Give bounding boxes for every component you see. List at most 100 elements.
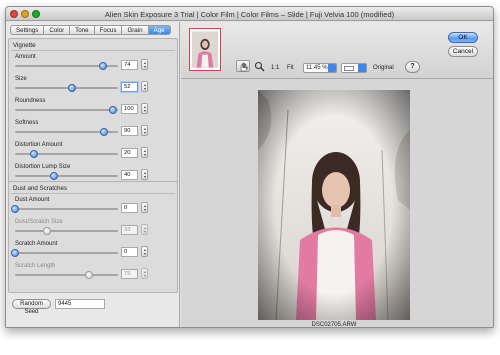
tab-focus[interactable]: Focus — [94, 25, 123, 35]
distortion-amount-stepper[interactable] — [141, 147, 148, 158]
split-view-icon — [344, 66, 354, 71]
distortion-lump-size-stepper[interactable] — [141, 169, 148, 180]
dust-amount-value-field[interactable]: 0 — [121, 203, 138, 213]
vignette-title: Vignette — [13, 42, 36, 49]
dust-scratch-size-label: Dust/Scratch Size — [15, 219, 63, 225]
dust-amount-slider-knob[interactable] — [11, 205, 19, 213]
amount-slider-knob[interactable] — [98, 62, 107, 70]
hand-icon — [240, 62, 249, 72]
original-toggle[interactable]: Original — [373, 65, 394, 71]
size-control: Size 52 — [15, 76, 173, 96]
chevron-down-icon — [358, 64, 366, 72]
divider — [11, 193, 175, 194]
app-window: Alien Skin Exposure 3 Trial | Color Film… — [5, 6, 494, 328]
random-seed-button[interactable]: Random Seed — [12, 299, 51, 315]
softness-stepper[interactable] — [141, 125, 148, 136]
zoom-tool-button[interactable] — [254, 61, 265, 72]
magnifier-icon — [254, 61, 265, 72]
image-filename: DSC02705.ARW — [311, 322, 357, 328]
window-title: Alien Skin Exposure 3 Trial | Color Film… — [104, 10, 395, 19]
image-preview[interactable] — [258, 90, 410, 320]
distortion-lump-size-value-field[interactable]: 40 — [121, 170, 138, 180]
dust-group: Dust and Scratches Dust Amount 0 Dust/Scra… — [8, 181, 178, 293]
size-stepper[interactable] — [141, 81, 148, 92]
dust-amount-slider[interactable] — [11, 205, 118, 213]
scratch-amount-value-field[interactable]: 0 — [121, 247, 138, 257]
tab-grain[interactable]: Grain — [122, 25, 149, 35]
amount-stepper[interactable] — [141, 59, 148, 70]
size-label: Size — [15, 76, 27, 82]
distortion-lump-size-slider[interactable] — [15, 172, 118, 180]
scratch-length-slider-knob — [85, 271, 94, 279]
zoom-1-1-button[interactable]: 1:1 — [271, 65, 279, 71]
distortion-amount-label: Distortion Amount — [15, 142, 63, 148]
roundness-slider-knob[interactable] — [108, 106, 117, 114]
size-slider[interactable] — [15, 84, 118, 92]
tab-color[interactable]: Color — [44, 25, 71, 35]
distortion-lump-size-slider-knob[interactable] — [50, 172, 59, 180]
roundness-value-field[interactable]: 100 — [121, 104, 138, 114]
zoom-fit-button[interactable]: Fit — [287, 65, 294, 71]
vignette-group: Vignette Amount 74 Size 52 Roundness 100 Softn… — [8, 38, 178, 189]
dust-scratch-size-stepper — [141, 224, 148, 235]
cancel-button[interactable]: Cancel — [448, 46, 478, 57]
softness-control: Softness 90 — [15, 120, 173, 140]
roundness-slider[interactable] — [15, 106, 118, 114]
title-bar: Alien Skin Exposure 3 Trial | Color Film… — [6, 7, 493, 21]
dust-scratch-size-slider — [15, 227, 118, 235]
dust-scratch-size-control: Dust/Scratch Size 33 — [15, 219, 173, 239]
scratch-length-slider — [15, 271, 118, 279]
toolbar: 1:1 Fit 11.45 % Original ? OK Cancel — [181, 22, 493, 79]
scratch-length-control: Scratch Length 75 — [15, 263, 173, 283]
preview-panel: 1:1 Fit 11.45 % Original ? OK Cancel DSC… — [181, 22, 493, 328]
zoom-value: 11.45 % — [306, 65, 328, 71]
divider — [11, 50, 175, 51]
softness-value-field[interactable]: 90 — [121, 126, 138, 136]
dust-scratch-size-value-field: 33 — [121, 225, 138, 235]
scratch-amount-label: Scratch Amount — [15, 241, 58, 247]
scratch-length-label: Scratch Length — [15, 263, 56, 269]
size-slider-knob[interactable] — [67, 84, 76, 92]
settings-panel: Settings Color Tone Focus Grain Age Vign… — [6, 22, 180, 327]
zoom-select[interactable]: 11.45 % — [303, 63, 337, 73]
scratch-amount-control: Scratch Amount 0 — [11, 241, 173, 261]
distortion-amount-value-field[interactable]: 20 — [121, 148, 138, 158]
distortion-amount-control: Distortion Amount 20 — [15, 142, 173, 162]
tab-tone[interactable]: Tone — [70, 25, 95, 35]
scratch-amount-stepper[interactable] — [141, 246, 148, 257]
dust-amount-stepper[interactable] — [141, 202, 148, 213]
dust-amount-label: Dust Amount — [15, 197, 50, 203]
help-icon: ? — [410, 63, 415, 70]
random-seed-input[interactable]: 9445 — [55, 299, 105, 309]
amount-slider[interactable] — [15, 62, 118, 70]
dust-title: Dust and Scratches — [13, 185, 67, 192]
distortion-amount-slider[interactable] — [15, 150, 118, 158]
tab-age[interactable]: Age — [148, 25, 171, 35]
thumbnail-image — [192, 31, 218, 68]
ok-button[interactable]: OK — [448, 32, 478, 43]
amount-control: Amount 74 — [15, 54, 173, 74]
hand-tool-button[interactable] — [236, 60, 250, 72]
preview-photo — [258, 90, 410, 320]
roundness-stepper[interactable] — [141, 103, 148, 114]
scratch-amount-slider-knob[interactable] — [11, 249, 19, 257]
dust-scratch-size-slider-knob — [42, 227, 51, 235]
roundness-label: Roundness — [15, 98, 46, 104]
before-thumbnail[interactable] — [189, 28, 221, 71]
amount-label: Amount — [15, 54, 36, 60]
roundness-control: Roundness 100 — [15, 98, 173, 118]
tab-settings[interactable]: Settings — [10, 25, 45, 35]
size-value-field[interactable]: 52 — [121, 82, 138, 92]
distortion-amount-slider-knob[interactable] — [29, 150, 38, 158]
dust-amount-control: Dust Amount 0 — [11, 197, 173, 217]
amount-value-field[interactable]: 74 — [121, 60, 138, 70]
scratch-amount-slider[interactable] — [11, 249, 118, 257]
scratch-length-stepper — [141, 268, 148, 279]
help-button[interactable]: ? — [405, 61, 420, 73]
split-view-select[interactable] — [341, 63, 367, 73]
tab-bar: Settings Color Tone Focus Grain Age — [10, 25, 171, 35]
softness-slider[interactable] — [15, 128, 118, 136]
chevron-down-icon — [328, 64, 336, 72]
distortion-lump-size-label: Distortion Lump Size — [15, 164, 71, 170]
softness-slider-knob[interactable] — [99, 128, 108, 136]
